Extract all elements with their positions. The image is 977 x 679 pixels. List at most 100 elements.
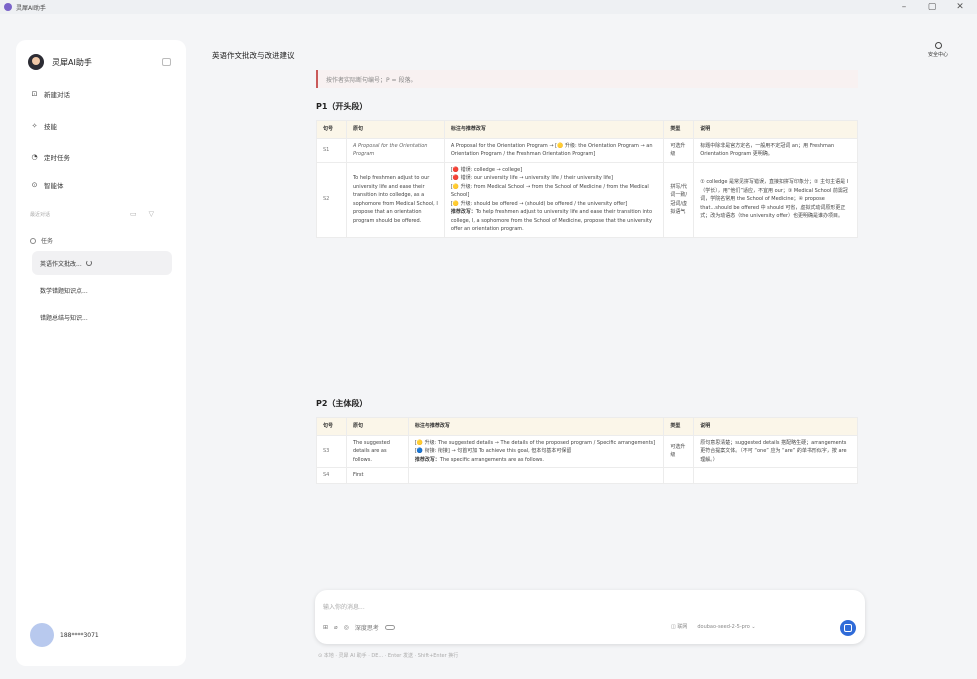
new-chat-icon: ⊡ [31,90,38,98]
table-row: S4 First [316,467,858,484]
explanation [693,467,858,484]
deep-think-icon[interactable]: ◎ [344,624,349,631]
app-icon [4,3,12,11]
task-group[interactable]: 任务 [30,236,53,245]
section-heading-p1: P1（开头段） [316,102,368,111]
agent-icon: ⊙ [31,181,38,189]
recent-label: 最近对话 [30,212,51,218]
col-header: 句号 [316,417,347,436]
clock-icon: ◔ [31,153,38,161]
nav-scheduled-tasks[interactable]: ◔ 定时任务 [30,152,70,162]
table-row: S3 The suggested details are as follows.… [316,434,858,468]
explanation: 原句意思清楚；suggested details 搭配略生硬；arrangeme… [693,434,858,468]
composer-right: ◫ 联网 doubao-seed-2-5-pro ⌄ [671,623,756,631]
title-bar: 灵犀AI助手 [0,0,977,14]
note-callout: 按作者实际断句编号；P = 段落。 [316,70,858,88]
task-group-icon [30,237,36,244]
col-header: 说明 [693,120,858,139]
col-header: 原句 [345,417,409,436]
user-phone: 188****3071 [60,631,99,639]
table-row: S2 To help freshmen adjust to our univer… [316,161,858,238]
deep-think-toggle[interactable] [384,625,395,630]
table-row: S1 A Proposal for the Orientation Progra… [316,137,858,163]
col-header: 句号 [316,120,347,139]
table-header-row: 句号 原句 标注与推荐改写 类型 说明 [316,120,858,139]
task-group-label: 任务 [41,238,54,245]
window-title: 灵犀AI助手 [16,4,46,12]
model-selector[interactable]: doubao-seed-2-5-pro ⌄ [697,624,755,630]
col-header: 标注与推荐改写 [443,120,665,139]
col-header: 原句 [345,120,445,139]
minimize-button[interactable]: – [894,0,914,14]
collapse-sidebar-icon[interactable] [162,58,171,66]
nav-label: 定时任务 [44,154,70,162]
explanation: 标题中除非是官方定名，一般用不定冠词 an；用 Freshman Orienta… [693,137,858,163]
security-center-button[interactable]: 安全中心 [925,42,951,58]
brand: 灵犀AI助手 [28,54,92,70]
sentence-id: S3 [316,434,347,468]
page-title: 英语作文批改与改进建议 [212,51,295,60]
nav-label: 新建对话 [44,91,70,99]
original-sentence: A Proposal for the Orientation Program [345,137,445,163]
session-item[interactable]: 数学错题知识点... [32,278,172,302]
user-avatar [30,623,54,647]
recent-tools: ▭ ▽ [130,210,154,218]
brand-name: 灵犀AI助手 [52,57,92,67]
bot-avatar-icon [28,54,44,70]
col-header: 类型 [663,417,695,436]
message-composer[interactable]: 输入你的消息... ⊞ ⌀ ◎ 深度思考 ◫ 联网 doubao-seed-2-… [315,590,865,644]
deep-think-label[interactable]: 深度思考 [355,623,379,632]
security-icon [934,42,942,49]
sentence-id: S2 [316,161,347,238]
security-label: 安全中心 [927,52,948,58]
session-label: 数学错题知识点... [40,287,88,295]
section-heading-p2: P2（主体段） [316,399,368,408]
sentence-id: S4 [316,467,347,484]
composer-tools: ⊞ ⌀ ◎ 深度思考 [323,623,395,632]
sidebar: 灵犀AI助手 ⊡ 新建对话 ✧ 技能 ◔ 定时任务 ⊙ 智能体 最近对话 ▭ ▽… [16,40,186,666]
web-search-label: 联网 [677,624,688,630]
original-sentence: First [345,467,409,484]
web-search-toggle[interactable]: ◫ 联网 [671,623,687,630]
col-header: 说明 [693,417,858,436]
maximize-button[interactable]: ▢ [922,0,942,14]
error-type: 拼写/代词一致/冠词/虚拟语气 [663,161,695,238]
col-header: 类型 [663,120,695,139]
message-input[interactable]: 输入你的消息... [323,602,365,611]
nav-label: 智能体 [44,182,64,190]
revision: [🔴 错误: colledge → college] [🔴 错误: our uni… [443,161,665,238]
attach-file-icon[interactable]: ⊞ [323,624,328,631]
footer-hint: ⊙ 本地 · 灵犀 AI 助手 · DE... · Enter 发送 · Shi… [318,653,459,659]
close-button[interactable]: ✕ [950,0,970,14]
nav-agents[interactable]: ⊙ 智能体 [30,180,64,190]
revision [407,467,665,484]
table-p1: 句号 原句 标注与推荐改写 类型 说明 S1 A Proposal for th… [316,120,858,238]
session-label: 错题总结与知识... [40,314,88,322]
paperclip-icon[interactable]: ⌀ [334,624,338,631]
send-button[interactable] [840,620,856,636]
table-header-row: 句号 原句 标注与推荐改写 类型 说明 [316,417,858,436]
folder-icon[interactable]: ▭ [130,210,137,218]
filter-icon[interactable]: ▽ [149,210,154,218]
skills-icon: ✧ [31,122,38,130]
user-profile[interactable]: 188****3071 [30,623,99,647]
session-item-active[interactable]: 英语作文批改... [32,251,172,275]
sentence-id: S1 [316,137,347,163]
original-sentence: To help freshmen adjust to our universit… [345,161,445,238]
model-name: doubao-seed-2-5-pro [697,623,750,630]
explanation: ① colledge 是常见拼写错误，直接扣拼写印象分；② 主句主语是 I（学长… [693,161,858,238]
nav-skills[interactable]: ✧ 技能 [30,121,57,131]
nav-label: 技能 [44,123,57,131]
error-type: 可选升级 [663,434,695,468]
loading-spinner-icon [85,260,92,266]
session-item[interactable]: 错题总结与知识... [32,305,172,329]
col-header: 标注与推荐改写 [407,417,665,436]
revision: A Proposal for the Orientation Program →… [443,137,665,163]
error-type: 可选升级 [663,137,695,163]
nav-new-chat[interactable]: ⊡ 新建对话 [30,89,70,99]
session-label: 英语作文批改... [40,260,82,268]
error-type [663,467,695,484]
original-sentence: The suggested details are as follows. [345,434,409,468]
revision: [🟡 升级: The suggested details → The detai… [407,434,665,468]
table-p2: 句号 原句 标注与推荐改写 类型 说明 S3 The suggested det… [316,417,858,484]
